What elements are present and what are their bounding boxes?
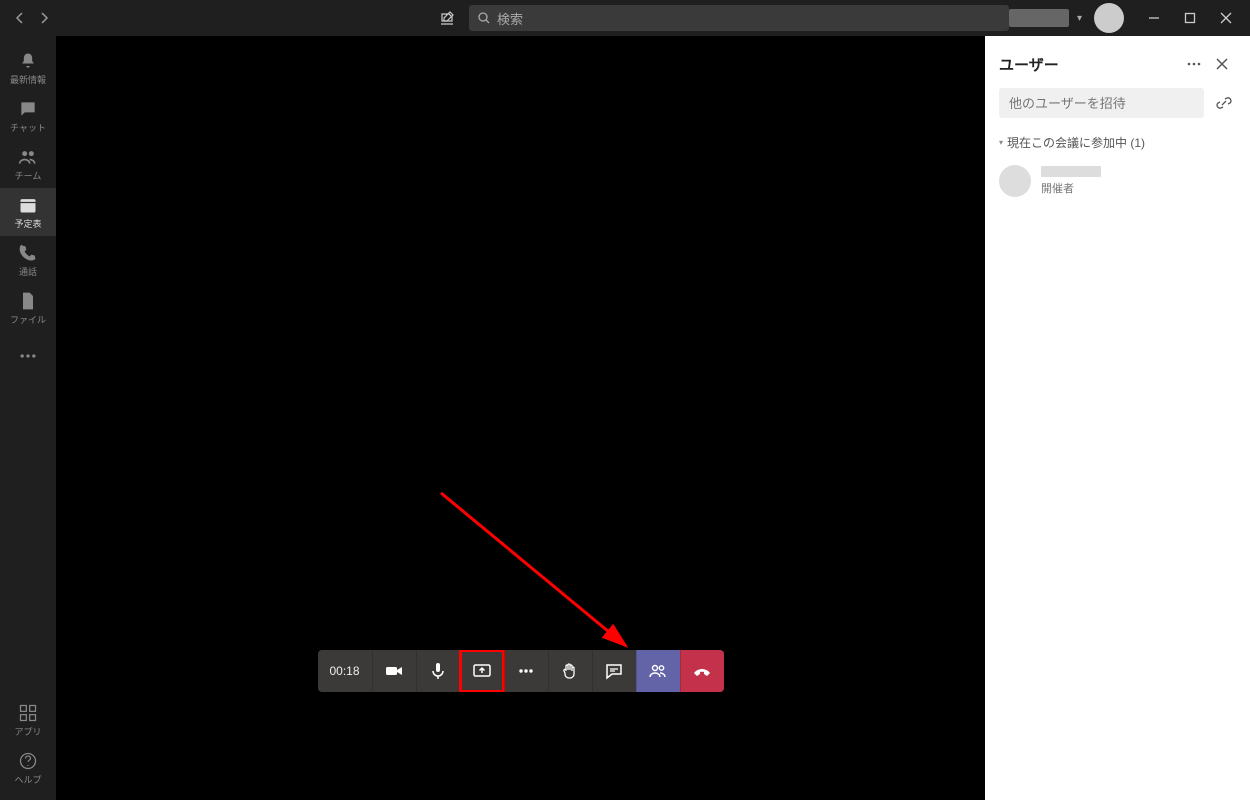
status-chip[interactable] [1009,9,1069,27]
rail-label: チーム [15,169,42,182]
search-input[interactable]: 検索 [469,5,1009,31]
rail-apps[interactable]: アプリ [0,696,56,744]
rail-label: 通話 [19,265,37,278]
hand-icon [560,661,580,681]
camera-toggle-button[interactable] [372,650,416,692]
nav-back-button[interactable] [8,6,32,30]
hangup-button[interactable] [680,650,724,692]
rail-chat[interactable]: チャット [0,92,56,140]
invite-input[interactable] [999,88,1204,118]
people-icon [648,661,668,681]
raise-hand-button[interactable] [548,650,592,692]
rail-teams[interactable]: チーム [0,140,56,188]
caret-down-icon: ▾ [999,138,1003,147]
nav-forward-button[interactable] [32,6,56,30]
chat-icon [18,99,38,119]
rail-bottom: アプリ ヘルプ [0,696,56,792]
rail-label: チャット [10,121,46,134]
rail-label: ファイル [10,313,46,326]
file-icon [18,291,38,311]
search-icon [477,11,491,25]
phone-icon [18,243,38,263]
annotation-arrow [436,488,646,658]
people-panel: ユーザー ▾ 現在この会議に参加中 (1) 開催者 [985,36,1250,800]
section-label: 現在この会議に参加中 (1) [1007,134,1145,151]
meeting-toolbar: 00:18 [318,650,724,692]
rail-label: 最新情報 [10,73,46,86]
mic-icon [428,661,448,681]
participant-info: 開催者 [1041,166,1101,196]
left-rail: 最新情報 チャット チーム 予定表 通話 ファイル アプリ ヘルプ [0,36,56,800]
help-icon [18,751,38,771]
rail-activity[interactable]: 最新情報 [0,44,56,92]
window-close-button[interactable] [1210,2,1242,34]
chat-icon [604,661,624,681]
compose-button[interactable] [433,4,461,32]
more-actions-button[interactable] [504,650,548,692]
window-maximize-button[interactable] [1174,2,1206,34]
share-screen-icon [472,661,492,681]
close-icon [1215,57,1229,71]
calendar-icon [18,195,38,215]
meeting-stage: 00:18 [56,36,985,800]
link-icon [1216,95,1232,111]
panel-close-button[interactable] [1208,50,1236,78]
share-screen-button[interactable] [460,650,504,692]
rail-help[interactable]: ヘルプ [0,744,56,792]
teams-icon [18,147,38,167]
ellipsis-icon [1186,56,1202,72]
title-right: ▾ [1009,2,1242,34]
camera-icon [384,661,404,681]
chat-button[interactable] [592,650,636,692]
participant-row[interactable]: 開催者 [985,157,1250,205]
rail-files[interactable]: ファイル [0,284,56,332]
meeting-timer: 00:18 [318,650,372,692]
status-chevron-icon[interactable]: ▾ [1077,13,1082,24]
participants-button[interactable] [636,650,680,692]
rail-label: アプリ [14,725,41,738]
panel-more-button[interactable] [1180,50,1208,78]
apps-icon [18,703,38,723]
search-placeholder: 検索 [497,9,523,28]
rail-label: ヘルプ [14,773,41,786]
hangup-icon [691,660,713,682]
participants-section-header[interactable]: ▾ 現在この会議に参加中 (1) [985,128,1250,157]
rail-label: 予定表 [14,217,41,230]
ellipsis-icon [516,661,536,681]
participant-role: 開催者 [1041,180,1101,196]
rail-calls[interactable]: 通話 [0,236,56,284]
mic-toggle-button[interactable] [416,650,460,692]
panel-title: ユーザー [999,54,1180,75]
panel-header: ユーザー [985,36,1250,88]
ellipsis-icon [18,346,38,366]
rail-more[interactable] [0,332,56,380]
bell-icon [18,51,38,71]
participant-name [1041,166,1101,177]
participant-avatar [999,165,1031,197]
copy-link-button[interactable] [1212,91,1236,115]
window-minimize-button[interactable] [1138,2,1170,34]
rail-calendar[interactable]: 予定表 [0,188,56,236]
invite-row [985,88,1250,128]
title-bar: 検索 ▾ [0,0,1250,36]
user-avatar[interactable] [1094,3,1124,33]
